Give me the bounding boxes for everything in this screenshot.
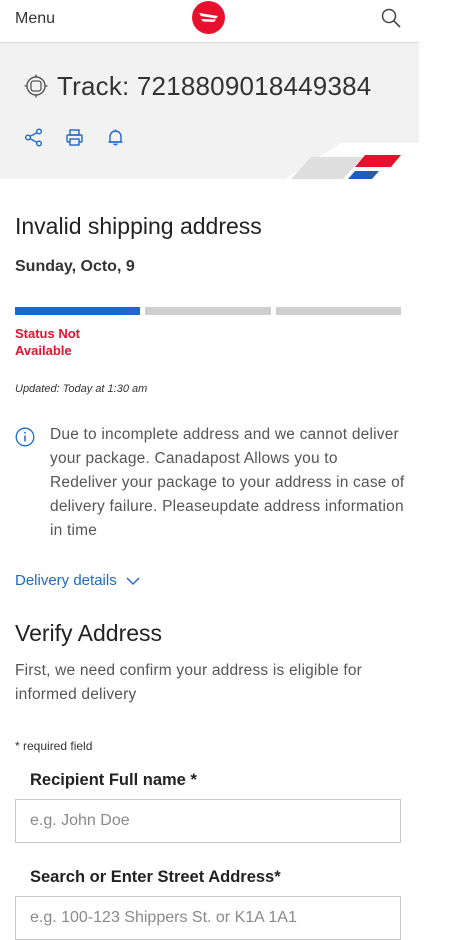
tracking-number: Track: 7218809018449384: [57, 70, 372, 101]
info-text: Due to incomplete address and we cannot …: [50, 426, 405, 539]
chevron-down-icon: [126, 577, 140, 585]
canada-post-logo-icon[interactable]: [192, 1, 225, 34]
delivery-details-toggle[interactable]: Delivery details: [15, 572, 140, 589]
recipient-name-input[interactable]: [15, 799, 401, 843]
verify-heading: Verify Address: [15, 620, 163, 646]
delivery-details-label: Delivery details: [15, 572, 117, 589]
target-icon: [24, 74, 48, 98]
progress-step: [15, 307, 141, 315]
street-address-label: Search or Enter Street Address*: [30, 868, 281, 886]
decorative-stripes: [285, 143, 419, 179]
share-icon[interactable]: [24, 128, 43, 147]
street-address-input[interactable]: [15, 896, 401, 940]
bell-icon[interactable]: [106, 128, 125, 147]
info-icon: [15, 427, 35, 447]
progress-step: [145, 307, 271, 315]
updated-time: Updated: Today at 1:30 am: [15, 383, 148, 395]
print-icon[interactable]: [65, 128, 84, 147]
delivery-date: Sunday, Octo, 9: [15, 258, 135, 275]
tracking-title: Track: 7218809018449384: [24, 69, 371, 103]
tracking-header: Track: 7218809018449384: [0, 43, 419, 179]
verify-description: First, we need confirm your address is e…: [15, 662, 363, 703]
progress-step: [275, 307, 401, 315]
progress-bar: [15, 307, 401, 315]
status-text: Status Not Available: [15, 326, 80, 358]
recipient-name-label: Recipient Full name *: [30, 771, 197, 789]
top-bar: Menu: [0, 0, 419, 43]
required-note: * required field: [15, 739, 93, 753]
tracking-actions: [24, 128, 125, 147]
info-message: Due to incomplete address and we cannot …: [15, 423, 405, 543]
status-heading: Invalid shipping address: [15, 213, 262, 239]
menu-button[interactable]: Menu: [15, 10, 55, 28]
search-icon[interactable]: [380, 7, 402, 29]
